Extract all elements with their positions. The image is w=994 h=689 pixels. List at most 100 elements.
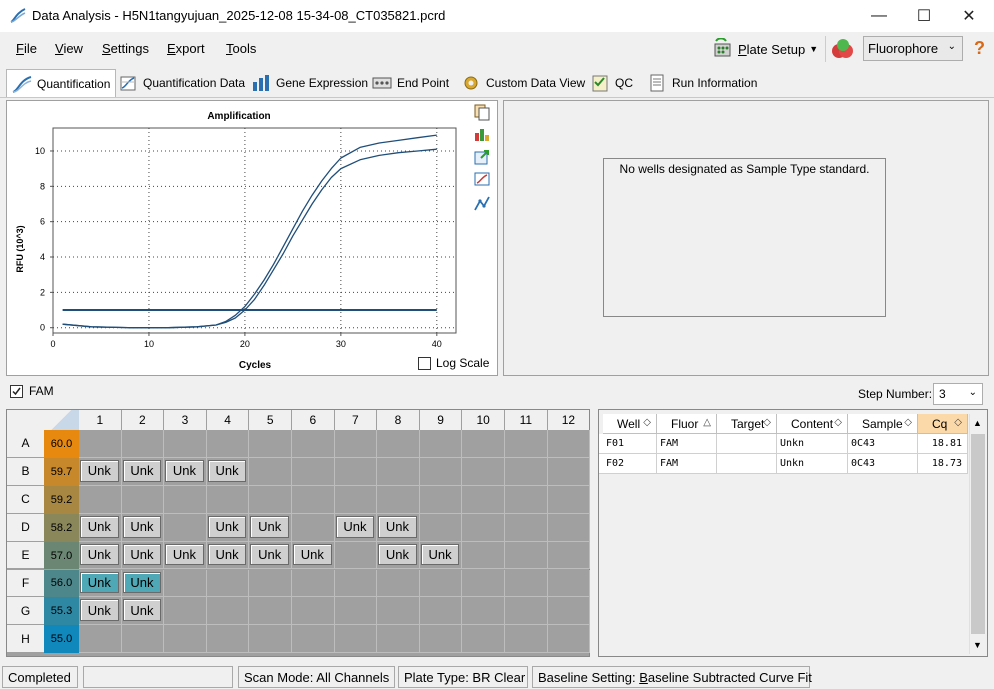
plate-well[interactable] <box>164 485 207 514</box>
plate-column-header[interactable]: 6 <box>292 410 334 430</box>
plate-well[interactable] <box>419 430 463 458</box>
plate-well[interactable] <box>292 485 335 514</box>
plate-column-header[interactable]: 12 <box>547 410 590 430</box>
plate-column-header[interactable]: 3 <box>164 410 206 430</box>
scroll-thumb[interactable] <box>971 434 985 634</box>
plate-row-header[interactable]: C <box>7 485 44 513</box>
plate-column-header[interactable]: 2 <box>121 410 164 430</box>
plate-well[interactable] <box>505 457 548 486</box>
plate-well[interactable] <box>462 569 505 598</box>
column-header-fluor[interactable]: Fluor △ <box>657 414 717 434</box>
table-cell[interactable]: 0C43 <box>848 434 918 454</box>
plate-well[interactable] <box>419 569 463 598</box>
plate-well[interactable] <box>462 485 505 514</box>
plate-well[interactable] <box>377 625 420 654</box>
scroll-up-icon[interactable]: ▲ <box>973 418 982 428</box>
plate-well[interactable] <box>419 597 463 626</box>
plate-well[interactable]: Unk <box>377 541 420 570</box>
column-header-target[interactable]: Target ◇ <box>717 414 777 434</box>
minimize-button[interactable]: — <box>856 0 902 32</box>
plate-well[interactable] <box>206 597 250 626</box>
plate-well[interactable] <box>505 597 548 626</box>
menu-export[interactable]: Export <box>167 41 205 56</box>
plate-setup-button[interactable]: Plate Setup ▼ <box>712 36 818 62</box>
plate-well[interactable] <box>164 430 207 458</box>
help-icon[interactable]: ? <box>974 38 985 59</box>
plate-well[interactable] <box>121 625 165 654</box>
plate-well[interactable] <box>377 457 420 486</box>
tab-qc[interactable]: QC <box>584 70 639 96</box>
plate-well[interactable] <box>334 485 378 514</box>
plate-well[interactable] <box>206 625 250 654</box>
plate-well[interactable] <box>249 485 292 514</box>
trace-styles-icon[interactable] <box>473 195 491 213</box>
menu-file[interactable]: File <box>16 41 37 56</box>
plate-well[interactable] <box>462 541 505 570</box>
plate-row-header[interactable]: F <box>7 569 44 597</box>
menu-settings[interactable]: Settings <box>102 41 149 56</box>
plate-well[interactable]: Unk <box>419 541 463 570</box>
plate-column-header[interactable]: 4 <box>206 410 249 430</box>
plate-well[interactable] <box>377 485 420 514</box>
table-cell[interactable] <box>717 454 777 474</box>
zoom-icon[interactable] <box>473 171 491 189</box>
plate-well[interactable]: Unk <box>249 513 292 542</box>
plate-well[interactable] <box>547 569 591 598</box>
plate-well[interactable] <box>419 485 463 514</box>
plate-well[interactable] <box>462 430 505 458</box>
plate-well[interactable] <box>164 513 207 542</box>
plate-well[interactable] <box>249 457 292 486</box>
plate-well[interactable] <box>249 625 292 654</box>
sort-icon[interactable]: ◇ <box>954 417 962 428</box>
close-button[interactable]: ✕ <box>946 0 992 32</box>
plate-well[interactable]: Unk <box>121 457 165 486</box>
plate-well[interactable]: Unk <box>79 569 122 598</box>
plate-well[interactable]: Unk <box>79 457 122 486</box>
plate-well[interactable]: Unk <box>121 513 165 542</box>
log-scale-toggle[interactable]: Log Scale <box>418 356 489 370</box>
plate-row-header[interactable]: G <box>7 597 44 625</box>
column-header-well[interactable]: Well ◇ <box>603 414 657 434</box>
tab-end-point[interactable]: End Point <box>366 70 455 96</box>
plate-well[interactable] <box>334 597 378 626</box>
plate-well[interactable]: Unk <box>334 513 378 542</box>
plate-column-header[interactable]: 10 <box>462 410 504 430</box>
plate-well[interactable]: Unk <box>121 597 165 626</box>
plate-well[interactable] <box>462 457 505 486</box>
plate-well[interactable] <box>377 430 420 458</box>
plate-well[interactable] <box>79 485 122 514</box>
plate-well[interactable] <box>334 625 378 654</box>
plate-well[interactable] <box>505 430 548 458</box>
plate-well[interactable] <box>334 430 378 458</box>
sort-icon[interactable]: ◇ <box>643 417 651 428</box>
plate-well[interactable] <box>206 485 250 514</box>
copy-icon[interactable] <box>473 103 491 121</box>
plate-well[interactable] <box>292 597 335 626</box>
plate-well[interactable] <box>419 457 463 486</box>
plate-well[interactable] <box>505 485 548 514</box>
plate-well[interactable] <box>249 430 292 458</box>
log-scale-checkbox[interactable] <box>418 356 431 370</box>
plate-well[interactable] <box>206 430 250 458</box>
run-dye-icon[interactable] <box>830 37 856 61</box>
plate-well[interactable]: Unk <box>164 457 207 486</box>
plate-well[interactable] <box>419 513 463 542</box>
plate-well[interactable] <box>505 541 548 570</box>
plate-well[interactable]: Unk <box>292 541 335 570</box>
sort-icon[interactable]: ◇ <box>904 417 912 428</box>
table-cell[interactable] <box>717 434 777 454</box>
plate-well[interactable] <box>164 569 207 598</box>
column-header-cq[interactable]: Cq ◇ <box>918 414 968 434</box>
plate-column-header[interactable]: 5 <box>249 410 291 430</box>
table-cell[interactable]: F02 <box>603 454 657 474</box>
plate-well[interactable]: Unk <box>79 597 122 626</box>
tab-custom-data-view[interactable]: Custom Data View <box>455 70 591 96</box>
tab-gene-expression[interactable]: Gene Expression <box>245 70 374 96</box>
plate-column-header[interactable]: 7 <box>334 410 377 430</box>
plate-well[interactable] <box>547 485 591 514</box>
table-cell[interactable]: Unkn <box>777 434 848 454</box>
plate-well[interactable] <box>164 597 207 626</box>
tab-quantification[interactable]: Quantification <box>6 69 117 97</box>
plate-well[interactable] <box>334 541 378 570</box>
plate-well[interactable] <box>79 430 122 458</box>
